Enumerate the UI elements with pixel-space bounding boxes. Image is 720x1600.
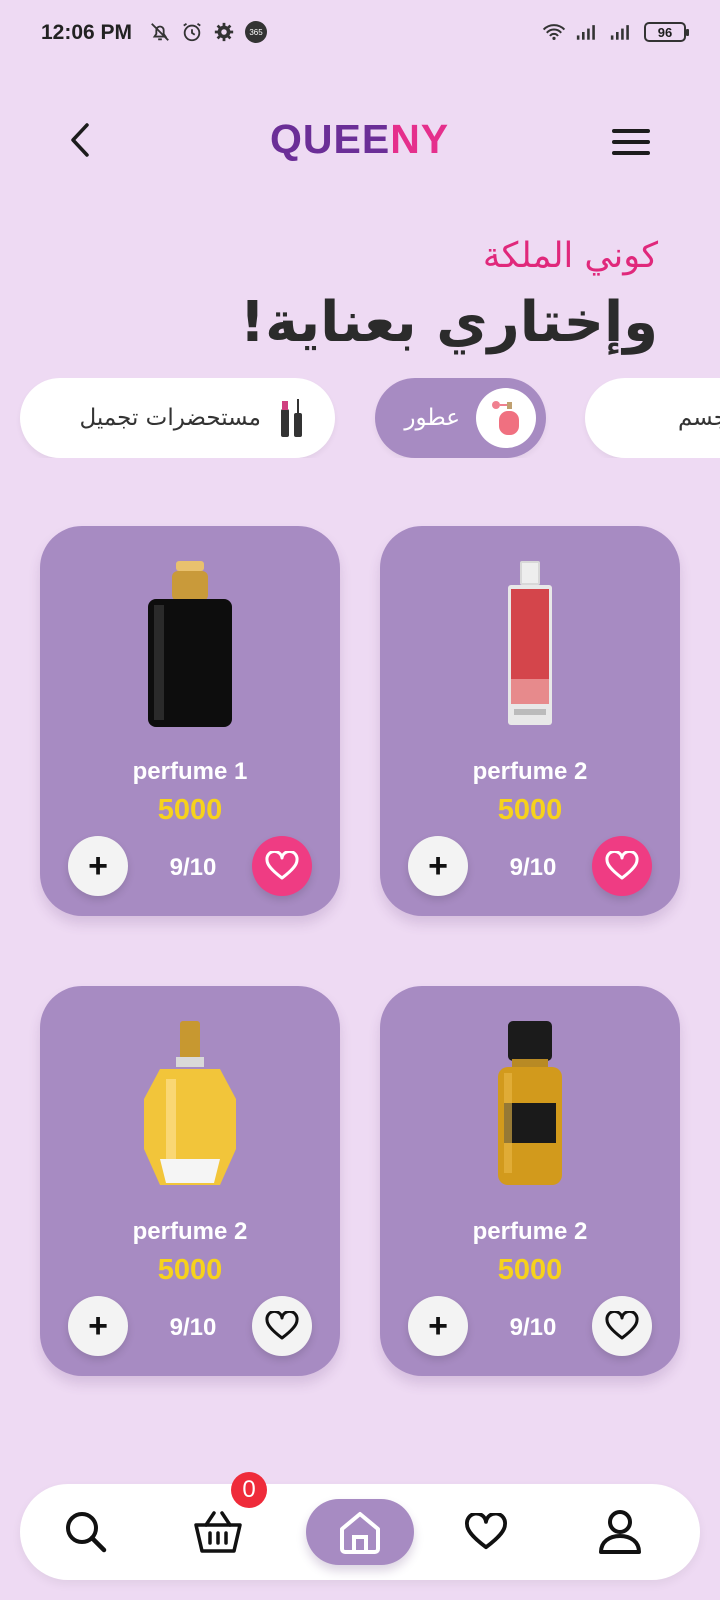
signal-icon: [576, 20, 600, 44]
home-icon: [340, 1512, 380, 1554]
heart-icon: [265, 851, 299, 880]
nav-search[interactable]: [56, 1502, 116, 1562]
nav-home[interactable]: [306, 1499, 414, 1565]
status-time: 12:06 PM: [41, 21, 133, 44]
product-image: [430, 1016, 630, 1191]
product-image: [90, 556, 290, 731]
add-to-cart-button[interactable]: +: [408, 1296, 468, 1356]
hamburger-icon-line: [612, 140, 650, 144]
perfume-icon: [476, 388, 536, 448]
nav-cart[interactable]: [188, 1502, 248, 1562]
category-perfume[interactable]: عطور: [375, 378, 546, 458]
category-makeup[interactable]: مستحضرات تجميل: [20, 378, 335, 458]
category-label: عطور: [404, 405, 460, 431]
hamburger-icon-line: [612, 151, 650, 155]
search-icon: [66, 1512, 107, 1553]
office365-icon: 365: [244, 20, 268, 44]
app-logo: QUEENY: [270, 116, 450, 166]
logo-text-pink: NY: [390, 116, 450, 162]
product-rating: 9/10: [169, 854, 217, 881]
status-icons-right: 96: [542, 20, 689, 44]
add-to-cart-button[interactable]: +: [68, 1296, 128, 1356]
nav-favorites[interactable]: [456, 1502, 516, 1562]
status-bar: 12:06 PM 365 96: [0, 0, 720, 70]
svg-text:365: 365: [249, 28, 263, 37]
page-title: وإختاري بعناية!: [239, 290, 658, 355]
hamburger-icon-line: [612, 129, 650, 133]
product-card[interactable]: perfume 2 5000 + 9/10: [380, 986, 680, 1376]
category-body[interactable]: منتجات جسم: [585, 378, 720, 458]
heart-icon: [605, 1311, 639, 1340]
logo-text-purple: QUEE: [270, 116, 391, 162]
basket-icon: [194, 1511, 242, 1553]
product-rating: 9/10: [169, 1314, 217, 1341]
chevron-left-icon: [71, 123, 89, 157]
heart-icon: [605, 851, 639, 880]
product-price: 5000: [497, 794, 563, 826]
product-name: perfume 2: [472, 1218, 588, 1245]
product-name: perfume 2: [472, 758, 588, 785]
signal-icon-2: [610, 20, 634, 44]
plus-icon: +: [428, 1306, 448, 1345]
add-to-cart-button[interactable]: +: [68, 836, 128, 896]
bell-muted-icon: [148, 20, 172, 44]
plus-icon: +: [428, 846, 448, 885]
product-card[interactable]: perfume 2 5000 + 9/10: [380, 526, 680, 916]
favorite-button[interactable]: [252, 1296, 312, 1356]
plus-icon: +: [88, 846, 108, 885]
wifi-icon: [542, 20, 566, 44]
product-name: perfume 1: [132, 758, 248, 785]
add-to-cart-button[interactable]: +: [408, 836, 468, 896]
menu-button[interactable]: [612, 120, 656, 164]
alarm-icon: [180, 20, 204, 44]
heart-icon: [465, 1513, 507, 1550]
product-card[interactable]: perfume 2 5000 + 9/10: [40, 986, 340, 1376]
heart-icon: [265, 1311, 299, 1340]
product-price: 5000: [157, 794, 223, 826]
cart-count-badge: 0: [231, 1472, 267, 1508]
bottom-navigation: 0: [20, 1472, 700, 1580]
category-label: منتجات جسم: [677, 405, 720, 431]
product-rating: 9/10: [509, 854, 557, 881]
user-icon: [599, 1510, 641, 1554]
product-price: 5000: [157, 1254, 223, 1286]
product-image: [90, 1016, 290, 1191]
category-label: مستحضرات تجميل: [79, 405, 261, 431]
category-list: مستحضرات تجميل عطور منتجات جسم: [0, 378, 720, 458]
nav-profile[interactable]: [590, 1502, 650, 1562]
product-card[interactable]: perfume 1 5000 + 9/10: [40, 526, 340, 916]
favorite-button[interactable]: [252, 836, 312, 896]
favorite-button[interactable]: [592, 1296, 652, 1356]
plus-icon: +: [88, 1306, 108, 1345]
battery-indicator: 96: [644, 22, 689, 42]
favorite-button[interactable]: [592, 836, 652, 896]
settings-gear-icon: [212, 20, 236, 44]
product-price: 5000: [497, 1254, 563, 1286]
product-name: perfume 2: [132, 1218, 248, 1245]
product-rating: 9/10: [509, 1314, 557, 1341]
back-button[interactable]: [58, 118, 102, 162]
page-subtitle: كوني الملكة: [482, 236, 658, 276]
status-icons-left: 365: [148, 20, 268, 44]
makeup-icon: [279, 397, 305, 439]
product-image: [430, 556, 630, 731]
